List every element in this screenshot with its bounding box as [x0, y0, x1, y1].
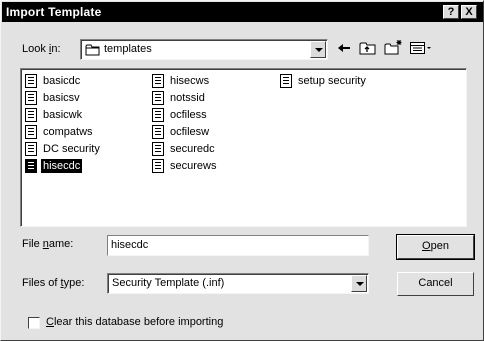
clear-database-label[interactable]: Clear this database before importing — [46, 316, 223, 328]
look-in-dropdown[interactable]: templates — [80, 39, 328, 60]
template-file-icon — [25, 142, 37, 156]
file-item-label: securedc — [170, 143, 215, 155]
chevron-down-icon — [356, 282, 364, 286]
look-in-dropdown-button[interactable] — [310, 41, 326, 58]
files-of-type-dropdown[interactable]: Security Template (.inf) — [107, 273, 369, 294]
template-file-icon — [25, 159, 37, 173]
files-of-type-value: Security Template (.inf) — [112, 277, 225, 289]
close-button[interactable]: X — [461, 5, 477, 19]
template-file-icon — [152, 159, 164, 173]
template-file-icon — [152, 108, 164, 122]
file-item-label: setup security — [298, 75, 366, 87]
template-file-icon — [152, 142, 164, 156]
template-file-icon — [25, 74, 37, 88]
file-item-label: DC security — [43, 143, 100, 155]
help-button[interactable]: ? — [443, 5, 459, 19]
file-item-label: compatws — [43, 126, 93, 138]
look-in-value: templates — [104, 43, 152, 55]
file-item-label: securews — [170, 160, 217, 172]
window-title: Import Template — [6, 5, 102, 19]
open-button[interactable]: Open — [396, 234, 475, 260]
clear-database-checkbox[interactable] — [28, 317, 40, 329]
import-template-dialog: Import Template ? X Look in: templates b… — [0, 0, 484, 341]
template-file-icon — [152, 91, 164, 105]
file-item-label: basicwk — [43, 109, 83, 121]
chevron-down-icon — [315, 48, 323, 52]
files-of-type-label: Files of type: — [22, 277, 85, 289]
back-arrow-icon[interactable] — [335, 39, 353, 57]
template-file-icon — [280, 74, 292, 88]
look-in-label: Look in: — [22, 43, 61, 55]
cancel-button[interactable]: Cancel — [397, 272, 474, 296]
file-item-label: hisecdc — [41, 159, 83, 173]
file-item-label: hisecws — [170, 75, 210, 87]
title-bar[interactable]: Import Template ? X — [2, 2, 483, 22]
file-name-label: File name: — [22, 238, 74, 250]
new-folder-icon[interactable] — [384, 39, 404, 57]
file-name-input[interactable]: hisecdc — [107, 235, 369, 256]
view-menu-icon[interactable] — [409, 39, 433, 57]
file-item-label: notssid — [170, 92, 205, 104]
file-item-label: basicdc — [43, 75, 81, 87]
file-item-label: basicsv — [43, 92, 80, 104]
template-file-icon — [25, 125, 37, 139]
file-item-label: ocfilesw — [170, 126, 210, 138]
template-file-icon — [25, 108, 37, 122]
up-folder-icon[interactable] — [358, 39, 378, 57]
template-file-icon — [152, 125, 164, 139]
folder-icon — [85, 43, 101, 56]
template-file-icon — [25, 91, 37, 105]
file-item-label: ocfiless — [170, 109, 207, 121]
template-file-icon — [152, 74, 164, 88]
file-list[interactable]: basicdc basicsv basicwk compatws DC security… — [20, 68, 467, 227]
files-of-type-dropdown-button[interactable] — [351, 275, 367, 292]
